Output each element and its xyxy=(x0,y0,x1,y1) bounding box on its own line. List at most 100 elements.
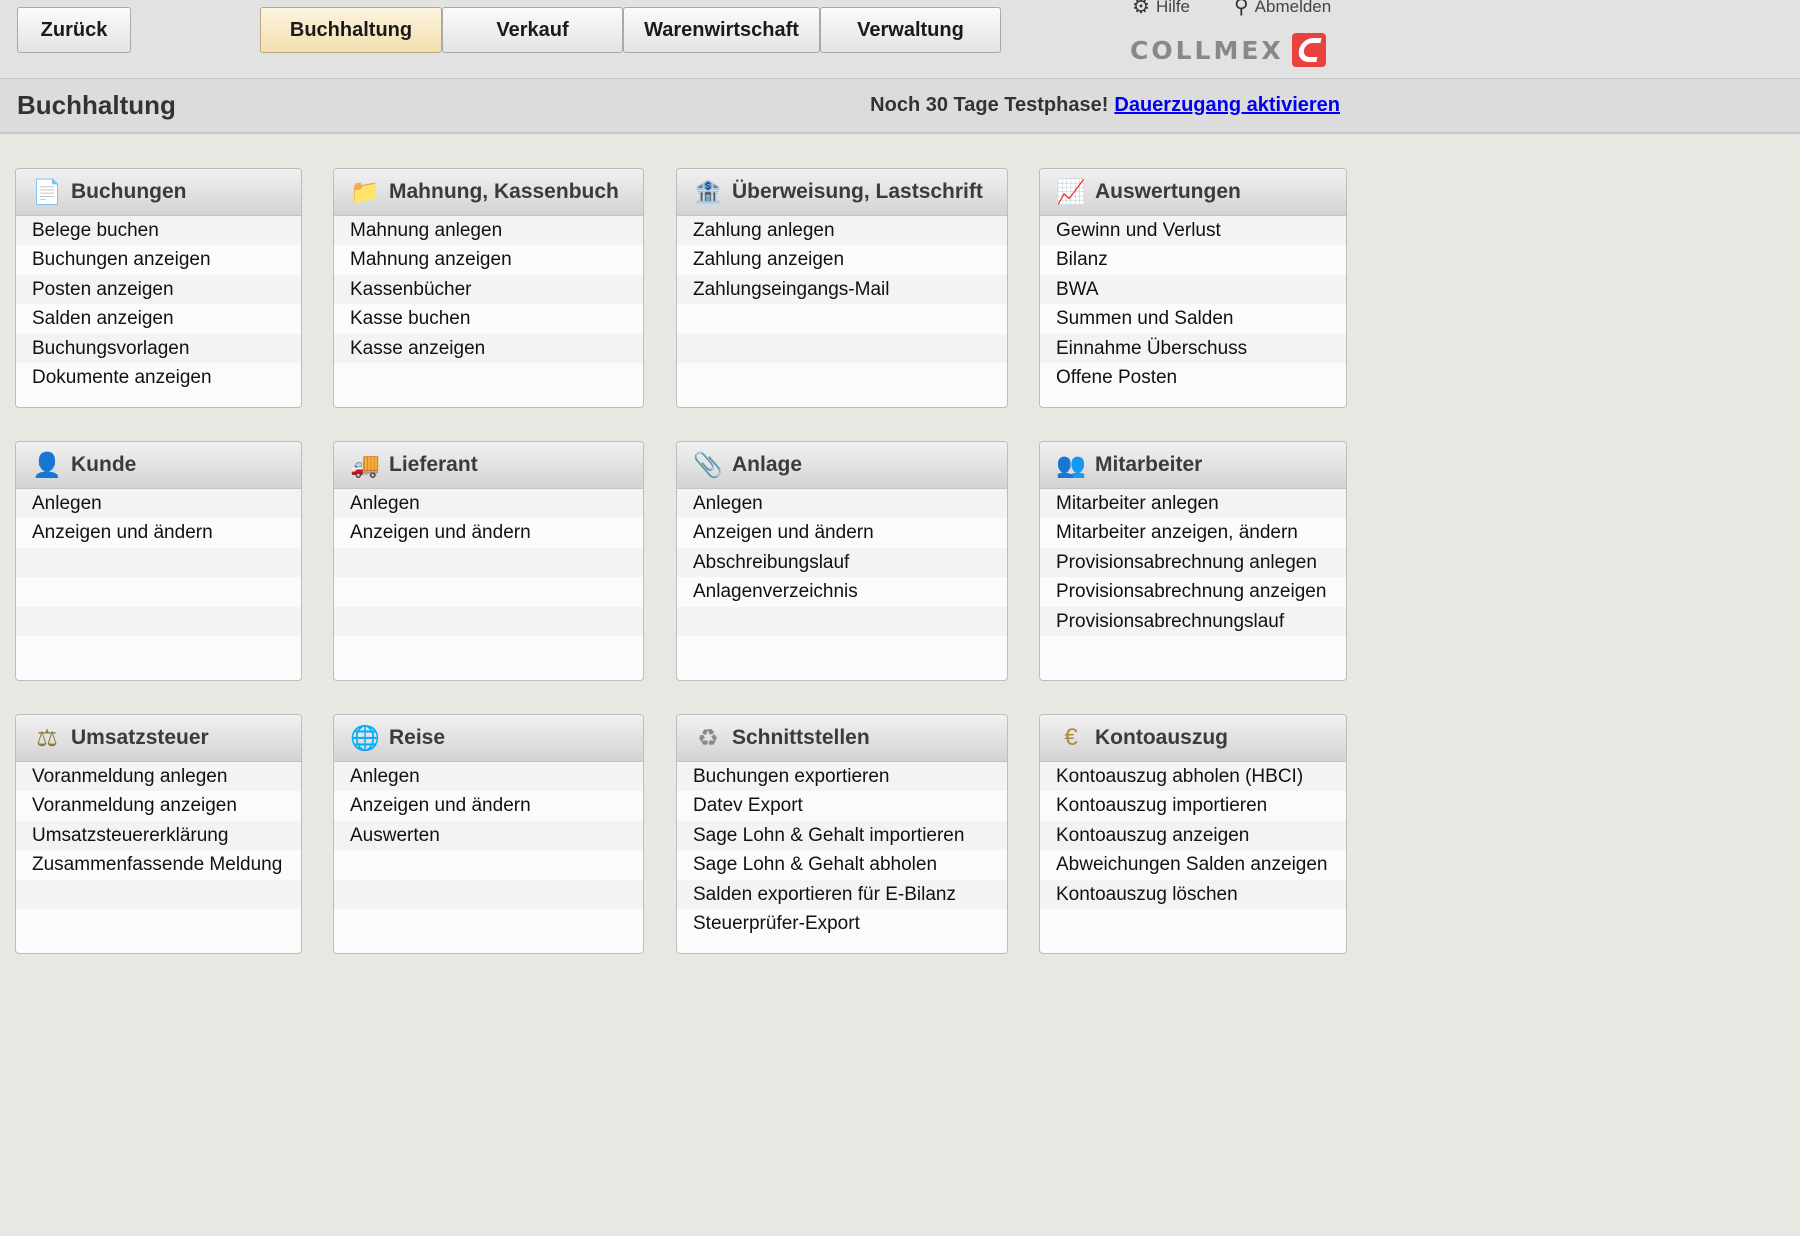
menu-item[interactable]: Datev Export xyxy=(677,791,1007,821)
menu-item[interactable]: Summen und Salden xyxy=(1040,304,1346,334)
empty-row xyxy=(1040,908,1346,939)
empty-row xyxy=(677,333,1007,363)
menu-item[interactable]: Kontoauszug anzeigen xyxy=(1040,820,1346,851)
menu-item[interactable]: Offene Posten xyxy=(1040,362,1346,393)
menu-item[interactable]: Buchungen exportieren xyxy=(677,762,1007,792)
menu-item[interactable]: BWA xyxy=(1040,274,1346,305)
tab-verkauf[interactable]: Verkauf xyxy=(442,7,623,53)
panel-mitarbeiter: 👥 Mitarbeiter Mitarbeiter anlegen Mitarbeit… xyxy=(1039,441,1347,681)
panel-menu: Anlegen Anzeigen und ändern xyxy=(334,489,643,666)
panel-title: Auswertungen xyxy=(1095,180,1241,203)
menu-item[interactable]: Zahlung anlegen xyxy=(677,216,1007,246)
panel-überweisung-lastschrift: 🏦 Überweisung, Lastschrift Zahlung anlegen… xyxy=(676,168,1008,408)
menu-item[interactable]: Bilanz xyxy=(1040,245,1346,275)
menu-item[interactable]: Kontoauszug abholen (HBCI) xyxy=(1040,762,1346,792)
panel-lieferant: 🚚 Lieferant Anlegen Anzeigen und ändern xyxy=(333,441,644,681)
logout-link[interactable]: ⚲ Abmelden xyxy=(1234,0,1331,19)
help-link[interactable]: ⚙ Hilfe xyxy=(1132,0,1190,19)
menu-item[interactable]: Dokumente anzeigen xyxy=(16,362,301,393)
logo-mark-icon xyxy=(1291,33,1326,67)
menu-item[interactable]: Provisionsabrechnungslauf xyxy=(1040,606,1346,636)
menu-item[interactable]: Voranmeldung anlegen xyxy=(16,762,301,792)
panel-title: Umsatzsteuer xyxy=(71,726,209,749)
activate-full-access-link[interactable]: Dauerzugang aktivieren xyxy=(1114,94,1340,116)
menu-item[interactable]: Salden exportieren für E-Bilanz xyxy=(677,879,1007,909)
menu-item[interactable]: Anlegen xyxy=(334,489,643,519)
empty-row xyxy=(16,879,301,909)
panel-title: Überweisung, Lastschrift xyxy=(732,180,983,203)
menu-item[interactable]: Steuerprüfer-Export xyxy=(677,908,1007,939)
menu-item[interactable]: Zusammenfassende Meldung xyxy=(16,850,301,880)
menu-item[interactable]: Zahlungseingangs-Mail xyxy=(677,274,1007,305)
empty-row xyxy=(677,635,1007,666)
menu-item[interactable]: Kontoauszug importieren xyxy=(1040,791,1346,821)
menu-item[interactable]: Kasse anzeigen xyxy=(334,333,643,363)
panel-menu: Buchungen exportieren Datev Export Sage Lo… xyxy=(677,762,1007,939)
panel-schnittstellen: ♻ Schnittstellen Buchungen exportieren Date… xyxy=(676,714,1008,954)
panel-title: Mitarbeiter xyxy=(1095,453,1203,476)
empty-row xyxy=(16,908,301,939)
menu-item[interactable]: Mitarbeiter anlegen xyxy=(1040,489,1346,519)
menu-item[interactable]: Anzeigen und ändern xyxy=(16,518,301,548)
panel-title: Schnittstellen xyxy=(732,726,870,749)
panel-title: Anlage xyxy=(732,453,803,476)
panel-title: Buchungen xyxy=(71,180,187,203)
menu-item[interactable]: Buchungen anzeigen xyxy=(16,245,301,275)
document-icon: 📄 xyxy=(32,178,62,206)
empty-row xyxy=(16,606,301,636)
menu-item[interactable]: Gewinn und Verlust xyxy=(1040,216,1346,246)
menu-item[interactable]: Anlagenverzeichnis xyxy=(677,577,1007,607)
menu-item[interactable]: Provisionsabrechnung anlegen xyxy=(1040,547,1346,578)
back-button[interactable]: Zurück xyxy=(17,7,131,53)
bank-transfer-icon: 🏦 xyxy=(693,178,723,206)
trial-notice: Noch 30 Tage Testphase! Dauerzugang aktiv… xyxy=(870,94,1340,117)
menu-item[interactable]: Anlegen xyxy=(334,762,643,792)
empty-row xyxy=(16,577,301,607)
tab-warenwirtschaft[interactable]: Warenwirtschaft xyxy=(623,7,820,53)
menu-item[interactable]: Sage Lohn & Gehalt importieren xyxy=(677,820,1007,851)
menu-item[interactable]: Mahnung anlegen xyxy=(334,216,643,246)
menu-item[interactable]: Abweichungen Salden anzeigen xyxy=(1040,850,1346,880)
menu-item[interactable]: Mahnung anzeigen xyxy=(334,245,643,275)
top-navigation-bar: Zurück Buchhaltung Verkauf Warenwirtscha… xyxy=(0,0,1800,79)
menu-item[interactable]: Anzeigen und ändern xyxy=(677,518,1007,548)
panel-kunde: 👤 Kunde Anlegen Anzeigen und ändern xyxy=(15,441,302,681)
panel-menu: Mitarbeiter anlegen Mitarbeiter anzeigen,… xyxy=(1040,489,1346,666)
menu-item[interactable]: Anzeigen und ändern xyxy=(334,791,643,821)
tab-verwaltung[interactable]: Verwaltung xyxy=(820,7,1001,53)
menu-item[interactable]: Kassenbücher xyxy=(334,274,643,305)
menu-item[interactable]: Abschreibungslauf xyxy=(677,547,1007,578)
menu-item[interactable]: Sage Lohn & Gehalt abholen xyxy=(677,850,1007,880)
menu-item[interactable]: Buchungsvorlagen xyxy=(16,333,301,363)
panel-menu: Anlegen Anzeigen und ändern Auswerten xyxy=(334,762,643,939)
menu-item[interactable]: Kontoauszug löschen xyxy=(1040,879,1346,909)
panel-header: 👥 Mitarbeiter xyxy=(1040,442,1346,489)
employees-icon: 👥 xyxy=(1056,451,1086,479)
menu-item[interactable]: Anzeigen und ändern xyxy=(334,518,643,548)
menu-item[interactable]: Voranmeldung anzeigen xyxy=(16,791,301,821)
menu-item[interactable]: Einnahme Überschuss xyxy=(1040,333,1346,363)
menu-item[interactable]: Mitarbeiter anzeigen, ändern xyxy=(1040,518,1346,548)
menu-item[interactable]: Anlegen xyxy=(16,489,301,519)
panel-menu: Kontoauszug abholen (HBCI) Kontoauszug im… xyxy=(1040,762,1346,939)
panel-menu: Voranmeldung anlegen Voranmeldung anzeige… xyxy=(16,762,301,939)
menu-item[interactable]: Auswerten xyxy=(334,820,643,851)
empty-row xyxy=(334,850,643,880)
menu-item[interactable]: Belege buchen xyxy=(16,216,301,246)
panel-menu: Gewinn und Verlust Bilanz BWA Summen und Sa… xyxy=(1040,216,1346,393)
empty-row xyxy=(334,879,643,909)
menu-item[interactable]: Provisionsabrechnung anzeigen xyxy=(1040,577,1346,607)
logo-text: COLLMEX xyxy=(1130,35,1284,65)
menu-item[interactable]: Umsatzsteuererklärung xyxy=(16,820,301,851)
menu-item[interactable]: Salden anzeigen xyxy=(16,304,301,334)
euro-coin-icon: € xyxy=(1064,724,1078,751)
menu-item[interactable]: Zahlung anzeigen xyxy=(677,245,1007,275)
panel-menu: Belege buchen Buchungen anzeigen Posten an… xyxy=(16,216,301,393)
menu-item[interactable]: Kasse buchen xyxy=(334,304,643,334)
tab-buchhaltung[interactable]: Buchhaltung xyxy=(260,7,442,53)
empty-row xyxy=(1040,635,1346,666)
menu-item[interactable]: Posten anzeigen xyxy=(16,274,301,305)
menu-item[interactable]: Anlegen xyxy=(677,489,1007,519)
panel-header: 📎 Anlage xyxy=(677,442,1007,489)
panel-auswertungen: 📈 Auswertungen Gewinn und Verlust Bilanz BWA… xyxy=(1039,168,1347,408)
